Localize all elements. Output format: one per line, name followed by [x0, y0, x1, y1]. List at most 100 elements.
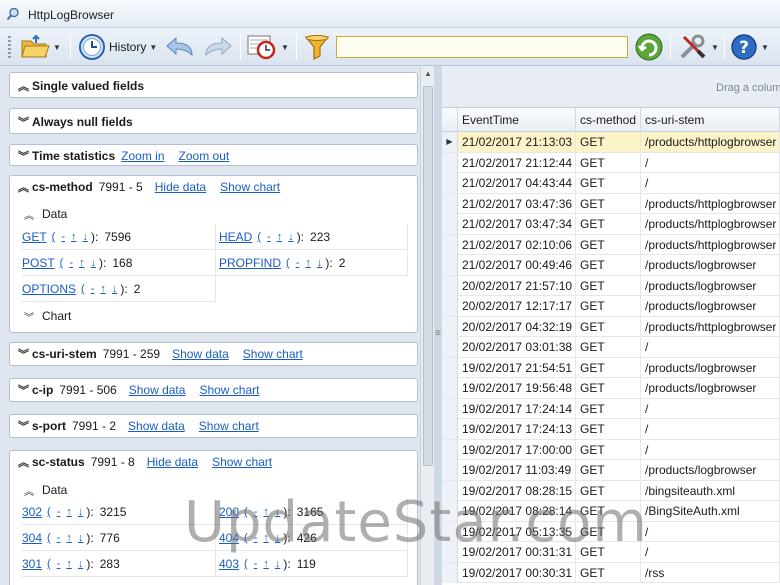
show-chart-link[interactable]: Show chart: [212, 455, 272, 469]
table-cell[interactable]: GET: [576, 193, 641, 214]
exclude-link[interactable]: -: [296, 257, 300, 269]
value-name-link[interactable]: 404: [219, 531, 239, 545]
row-header[interactable]: [442, 439, 458, 460]
table-cell[interactable]: /products/httplogbrowser: [641, 193, 780, 214]
table-cell[interactable]: 21/02/2017 02:10:06: [458, 234, 576, 255]
sort-down-link[interactable]: ↓: [275, 532, 281, 544]
table-row[interactable]: 21/02/2017 03:47:34 GET/products/httplogb…: [442, 214, 780, 235]
exclude-link[interactable]: -: [57, 558, 61, 570]
column-header-cs-method[interactable]: cs-method: [576, 108, 641, 132]
row-header[interactable]: [442, 378, 458, 398]
group-by-drop-area[interactable]: Drag a colum: [442, 66, 780, 108]
sort-up-link[interactable]: ↑: [305, 257, 311, 269]
chevron-down-icon[interactable]: ︾: [18, 114, 32, 130]
row-header[interactable]: [442, 255, 458, 275]
table-cell[interactable]: GET: [576, 521, 641, 542]
row-header[interactable]: [442, 275, 458, 296]
table-row[interactable]: 19/02/2017 17:24:14 GET /: [442, 398, 780, 419]
exclude-link[interactable]: -: [267, 231, 271, 243]
chevron-down-icon[interactable]: ▼: [149, 43, 157, 52]
sort-up-link[interactable]: ↑: [100, 283, 106, 295]
zoom-in-link[interactable]: Zoom in: [121, 149, 164, 163]
sort-up-link[interactable]: ↑: [79, 257, 85, 269]
value-name-link[interactable]: HEAD: [219, 230, 252, 244]
back-button[interactable]: [164, 32, 196, 62]
table-cell[interactable]: /: [641, 173, 780, 193]
table-cell[interactable]: GET: [576, 275, 641, 296]
row-header[interactable]: [442, 152, 458, 173]
table-cell[interactable]: 21/02/2017 03:47:34: [458, 214, 576, 234]
table-cell[interactable]: GET: [576, 562, 641, 583]
table-cell[interactable]: /: [641, 542, 780, 562]
row-header[interactable]: [442, 193, 458, 214]
current-row-indicator-icon[interactable]: ▶: [442, 132, 458, 152]
table-cell[interactable]: 21/02/2017 03:47:36: [458, 193, 576, 214]
table-cell[interactable]: 20/02/2017 04:32:19: [458, 316, 576, 337]
table-cell[interactable]: 20/02/2017 12:17:17: [458, 296, 576, 316]
group-title[interactable]: s-port: [32, 419, 66, 433]
zoom-out-link[interactable]: Zoom out: [179, 149, 230, 163]
sort-up-link[interactable]: ↑: [66, 558, 72, 570]
table-row[interactable]: 21/02/2017 00:49:46 GET/products/logbrows…: [442, 255, 780, 276]
table-row[interactable]: 19/02/2017 08:28:15 GET/bingsiteauth.xml: [442, 480, 780, 501]
table-cell[interactable]: GET: [576, 439, 641, 460]
chevron-up-icon[interactable]: ︽: [18, 179, 32, 195]
table-row[interactable]: 19/02/2017 08:28:14 GET/BingSiteAuth.xml: [442, 501, 780, 522]
table-cell[interactable]: 19/02/2017 00:30:31: [458, 562, 576, 583]
chevron-down-icon[interactable]: ▼: [761, 43, 769, 52]
chevron-down-icon[interactable]: ▼: [53, 43, 61, 52]
chevron-up-icon[interactable]: ︽: [18, 78, 32, 94]
open-button[interactable]: ▼: [20, 32, 61, 62]
row-header[interactable]: [442, 419, 458, 439]
sort-down-link[interactable]: ↓: [275, 558, 281, 570]
chevron-up-icon[interactable]: ︽: [18, 454, 32, 470]
scrollbar-thumb[interactable]: [423, 86, 433, 466]
table-cell[interactable]: /bingsiteauth.xml: [641, 480, 780, 501]
table-cell[interactable]: /products/httplogbrowser: [641, 316, 780, 337]
time-range-button[interactable]: ▼: [246, 32, 289, 62]
forward-button[interactable]: [202, 32, 234, 62]
show-data-link[interactable]: Show data: [172, 347, 229, 361]
table-cell[interactable]: /products/logbrowser: [641, 378, 780, 398]
table-row[interactable]: 19/02/2017 17:24:13 GET /: [442, 419, 780, 440]
table-cell[interactable]: /: [641, 398, 780, 419]
chevron-down-icon[interactable]: ▼: [281, 43, 289, 52]
table-cell[interactable]: 19/02/2017 17:24:14: [458, 398, 576, 419]
sort-down-link[interactable]: ↓: [275, 506, 281, 518]
sort-down-link[interactable]: ↓: [288, 231, 294, 243]
sort-down-link[interactable]: ↓: [91, 257, 97, 269]
row-header[interactable]: [442, 501, 458, 521]
table-cell[interactable]: GET: [576, 152, 641, 173]
sort-up-link[interactable]: ↑: [277, 231, 283, 243]
toolbar-grip[interactable]: [8, 36, 11, 58]
row-header[interactable]: [442, 480, 458, 501]
table-row[interactable]: 19/02/2017 21:54:51 GET/products/logbrows…: [442, 357, 780, 378]
row-header[interactable]: [442, 542, 458, 562]
table-cell[interactable]: GET: [576, 337, 641, 357]
row-header[interactable]: [442, 398, 458, 419]
row-header[interactable]: [442, 234, 458, 255]
table-cell[interactable]: GET: [576, 132, 641, 152]
exclude-link[interactable]: -: [254, 506, 258, 518]
tools-button[interactable]: ▼: [678, 32, 719, 62]
sort-up-link[interactable]: ↑: [263, 532, 269, 544]
exclude-link[interactable]: -: [57, 532, 61, 544]
group-title[interactable]: c-ip: [32, 383, 53, 397]
table-cell[interactable]: GET: [576, 255, 641, 275]
table-row[interactable]: 19/02/2017 05:13:35 GET /: [442, 521, 780, 542]
value-name-link[interactable]: 200: [219, 505, 239, 519]
help-button[interactable]: ? ▼: [730, 32, 769, 62]
chevron-down-icon[interactable]: ︾: [18, 148, 32, 164]
table-row[interactable]: 19/02/2017 00:30:31 GET/rss: [442, 562, 780, 583]
table-cell[interactable]: 21/02/2017 21:13:03: [458, 132, 576, 152]
table-cell[interactable]: GET: [576, 357, 641, 378]
sort-up-link[interactable]: ↑: [66, 532, 72, 544]
table-row[interactable]: 21/02/2017 04:43:44 GET /: [442, 173, 780, 194]
table-cell[interactable]: /products/logbrowser: [641, 275, 780, 296]
table-cell[interactable]: 19/02/2017 17:24:13: [458, 419, 576, 439]
sort-up-link[interactable]: ↑: [66, 506, 72, 518]
value-name-link[interactable]: 302: [22, 505, 42, 519]
table-cell[interactable]: /: [641, 152, 780, 173]
exclude-link[interactable]: -: [57, 506, 61, 518]
table-cell[interactable]: 21/02/2017 04:43:44: [458, 173, 576, 193]
